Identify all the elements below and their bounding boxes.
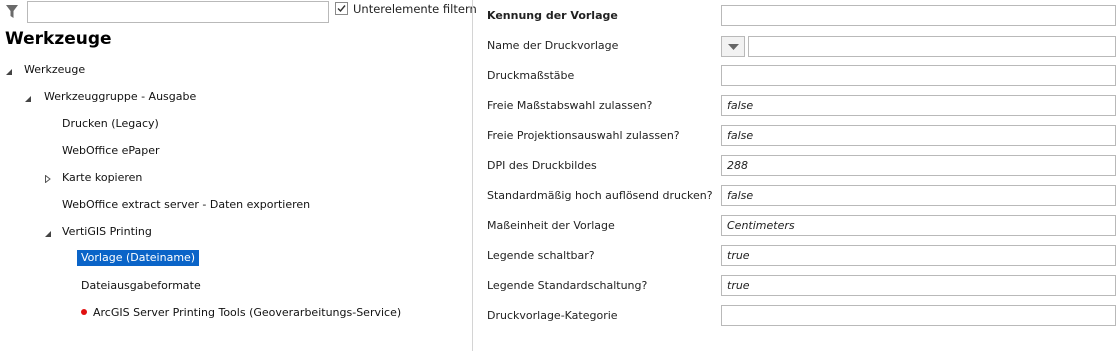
- expanded-triangle-icon[interactable]: [24, 93, 32, 102]
- property-value-legende-schaltbar[interactable]: true: [721, 245, 1116, 266]
- property-label-legende-standardschaltung: Legende Standardschaltung?: [487, 279, 648, 292]
- property-value-druckmassstaebe[interactable]: [721, 65, 1116, 86]
- property-label-druckmassstaebe: Druckmaßstäbe: [487, 69, 575, 82]
- property-label-hoch-aufloesend: Standardmäßig hoch auflösend drucken?: [487, 189, 713, 202]
- property-value-kennung[interactable]: [721, 5, 1116, 26]
- property-value-kategorie[interactable]: [721, 305, 1116, 326]
- property-value-druckvorlage-name[interactable]: [748, 36, 1116, 57]
- tree-node-dateiausgabeformate[interactable]: Dateiausgabeformate: [81, 278, 201, 294]
- tree-pane: Unterelemente filtern Werkzeuge Werkzeug…: [0, 0, 477, 351]
- property-label-freie-projektionsauswahl: Freie Projektionsauswahl zulassen?: [487, 129, 680, 142]
- filter-icon[interactable]: [5, 4, 19, 20]
- property-label-kategorie: Druckvorlage-Kategorie: [487, 309, 618, 322]
- property-label-masseinheit: Maßeinheit der Vorlage: [487, 219, 615, 232]
- tree-node-werkzeuge[interactable]: Werkzeuge: [24, 62, 85, 78]
- property-label-legende-schaltbar: Legende schaltbar?: [487, 249, 595, 262]
- property-value-masseinheit[interactable]: Centimeters: [721, 215, 1116, 236]
- error-status-dot: [81, 309, 87, 315]
- property-value-legende-standardschaltung[interactable]: true: [721, 275, 1116, 296]
- tree-node-drucken-legacy[interactable]: Drucken (Legacy): [62, 116, 159, 132]
- tree-node-werkzeuggruppe-ausgabe[interactable]: Werkzeuggruppe - Ausgabe: [44, 89, 196, 105]
- property-value-hoch-aufloesend[interactable]: false: [721, 185, 1116, 206]
- property-label-kennung: Kennung der Vorlage: [487, 9, 618, 22]
- tree-node-arcgis-printing-tools[interactable]: ArcGIS Server Printing Tools (Geoverarbe…: [93, 305, 401, 321]
- property-label-druckvorlage-name: Name der Druckvorlage: [487, 39, 619, 52]
- tree-node-vorlage-dateiname[interactable]: Vorlage (Dateiname): [75, 249, 201, 267]
- expanded-triangle-icon[interactable]: [5, 66, 13, 75]
- property-value-freie-projektionsauswahl[interactable]: false: [721, 125, 1116, 146]
- property-label-freie-massstabswahl: Freie Maßstabswahl zulassen?: [487, 99, 653, 112]
- tree-node-karte-kopieren[interactable]: Karte kopieren: [62, 170, 142, 186]
- property-label-dpi: DPI des Druckbildes: [487, 159, 597, 172]
- filter-input[interactable]: [27, 1, 329, 23]
- pane-divider[interactable]: [472, 0, 473, 351]
- tree-title: Werkzeuge: [5, 29, 112, 49]
- property-value-dpi[interactable]: 288: [721, 155, 1116, 176]
- filter-children-label[interactable]: Unterelemente filtern: [353, 2, 477, 16]
- tree-node-vertigis-printing[interactable]: VertiGIS Printing: [62, 224, 152, 240]
- dropdown-button[interactable]: [721, 36, 745, 57]
- tree-node-weboffice-epaper[interactable]: WebOffice ePaper: [62, 143, 160, 159]
- tree-node-extract-server[interactable]: WebOffice extract server - Daten exporti…: [62, 197, 310, 213]
- expanded-triangle-icon[interactable]: [44, 228, 52, 237]
- filter-children-checkbox[interactable]: [335, 2, 348, 15]
- collapsed-triangle-icon[interactable]: [44, 173, 52, 184]
- property-value-freie-massstabswahl[interactable]: false: [721, 95, 1116, 116]
